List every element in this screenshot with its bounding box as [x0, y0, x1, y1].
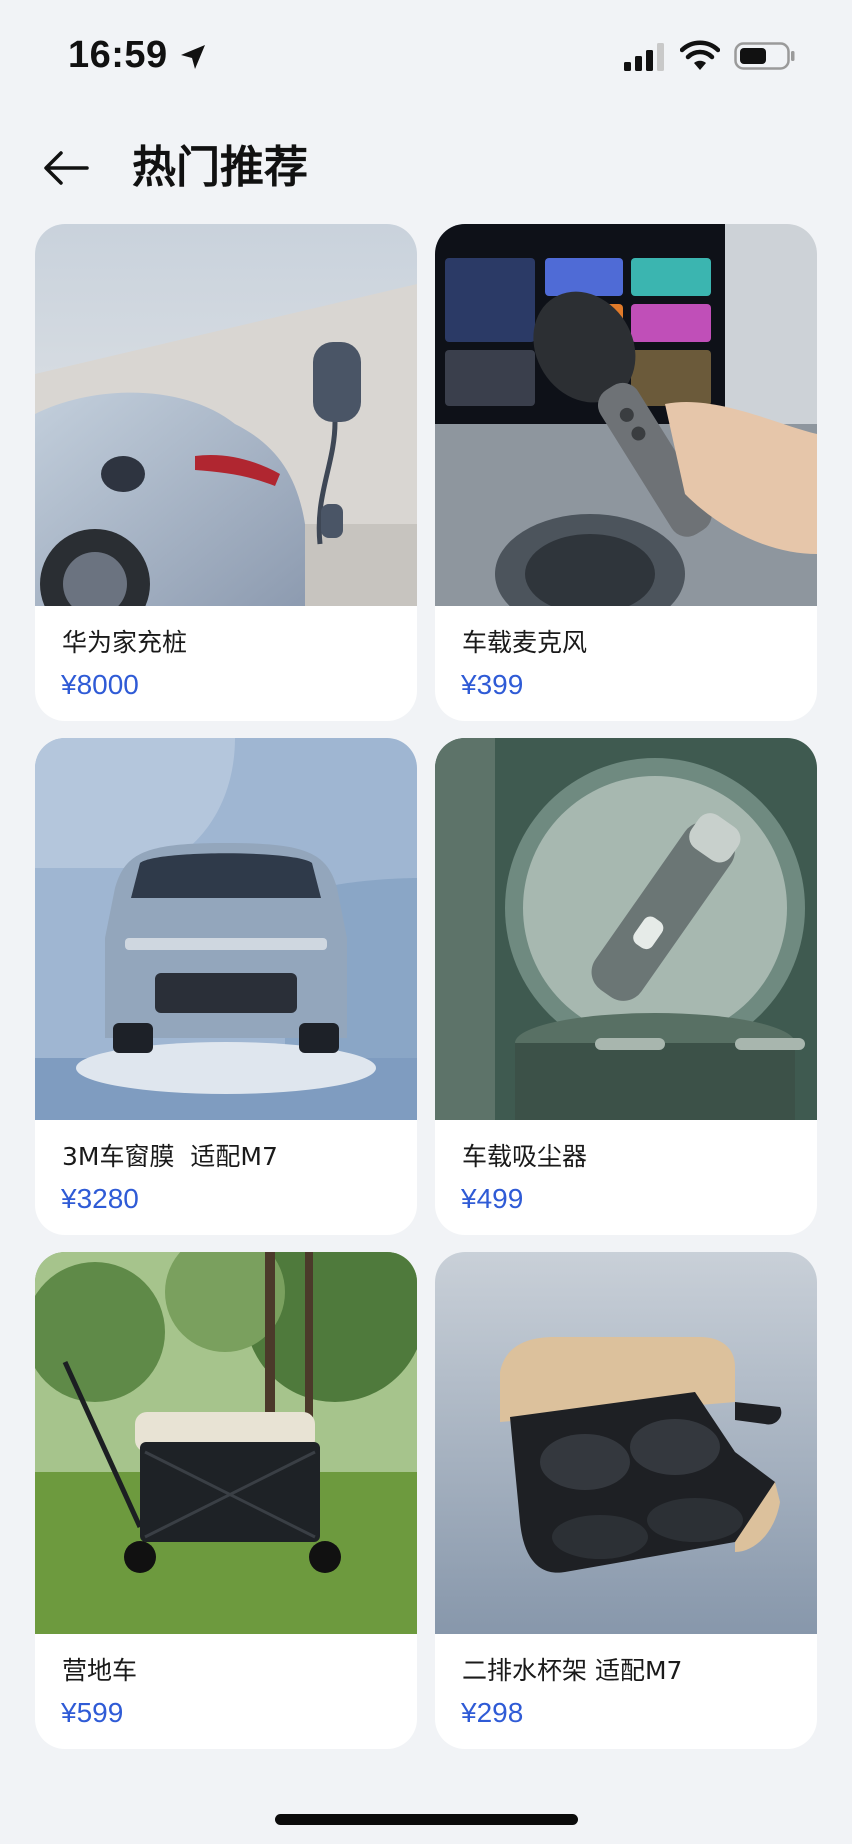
product-name: 车载麦克风: [462, 628, 588, 657]
product-image-car-vacuum: [435, 738, 817, 1120]
product-card-home-charger[interactable]: 华为家充桩 ¥8000: [35, 224, 417, 721]
product-image-home-charger: [35, 224, 417, 606]
product-price: ¥599: [61, 1697, 124, 1728]
product-grid: 华为家充桩 ¥8000 车载麦克风 ¥399 3M车窗膜 适配M7 ¥3280 …: [35, 224, 817, 1749]
product-price: ¥399: [461, 669, 524, 700]
product-image-window-film: [35, 738, 417, 1120]
back-button[interactable]: [36, 138, 96, 198]
arrow-left-icon: [44, 151, 89, 185]
home-indicator[interactable]: [275, 1814, 578, 1825]
product-card-window-film[interactable]: 3M车窗膜 适配M7 ¥3280: [35, 738, 417, 1235]
battery-icon: [734, 42, 795, 70]
product-image-cup-holder: [435, 1252, 817, 1634]
product-name: 二排水杯架 适配M7: [462, 1656, 683, 1685]
wifi-icon: [680, 40, 720, 70]
product-name: 华为家充桩: [62, 628, 188, 657]
product-card-car-vacuum[interactable]: 车载吸尘器 ¥499: [435, 738, 817, 1235]
product-price: ¥8000: [61, 669, 139, 700]
product-name: 车载吸尘器: [462, 1142, 588, 1171]
product-price: ¥298: [461, 1697, 524, 1728]
product-card-cup-holder[interactable]: 二排水杯架 适配M7 ¥298: [435, 1252, 817, 1749]
product-card-camping-cart[interactable]: 营地车 ¥599: [35, 1252, 417, 1749]
product-card-car-microphone[interactable]: 车载麦克风 ¥399: [435, 224, 817, 721]
status-time: 16:59: [68, 34, 168, 76]
cellular-signal-icon: [624, 43, 664, 71]
product-price: ¥499: [461, 1183, 524, 1214]
product-image-car-microphone: [435, 224, 817, 606]
page-header: 热门推荐: [0, 122, 852, 212]
page-title: 热门推荐: [132, 142, 308, 193]
product-price: ¥3280: [61, 1183, 139, 1214]
product-image-camping-cart: [35, 1252, 417, 1634]
location-arrow-icon: [181, 45, 205, 69]
product-name: 营地车: [62, 1656, 138, 1685]
product-name: 3M车窗膜 适配M7: [62, 1142, 278, 1171]
status-bar: 16:59: [0, 0, 852, 112]
